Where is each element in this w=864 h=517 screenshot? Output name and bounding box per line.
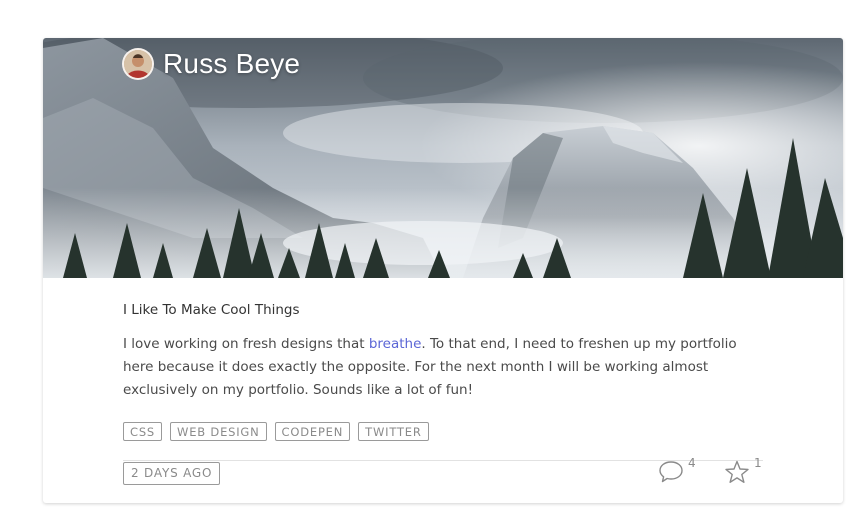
star-button[interactable]: 1 bbox=[723, 456, 762, 490]
comments-button[interactable]: 4 bbox=[657, 456, 696, 488]
author-name[interactable]: Russ Beye bbox=[163, 48, 300, 80]
post-card: Russ Beye I Like To Make Cool Things I l… bbox=[43, 38, 843, 503]
comments-count: 4 bbox=[688, 456, 696, 470]
breathe-link[interactable]: breathe bbox=[369, 336, 422, 352]
speech-bubble-icon bbox=[657, 458, 685, 488]
tag-css[interactable]: CSS bbox=[123, 422, 163, 441]
tag-web-design[interactable]: WEB DESIGN bbox=[170, 422, 267, 441]
author[interactable]: Russ Beye bbox=[122, 47, 300, 81]
avatar[interactable] bbox=[122, 48, 154, 80]
post-title: I Like To Make Cool Things bbox=[123, 302, 300, 318]
stars-count: 1 bbox=[754, 456, 762, 470]
tag-twitter[interactable]: TWITTER bbox=[358, 422, 429, 441]
post-body: I Like To Make Cool Things I love workin… bbox=[123, 300, 763, 402]
star-outline-icon bbox=[723, 458, 751, 490]
post-description: I love working on fresh designs that bre… bbox=[123, 333, 763, 402]
tag-codepen[interactable]: CODEPEN bbox=[274, 422, 351, 441]
time-ago-badge: 2 DAYS AGO bbox=[123, 462, 221, 485]
tag-list: CSS WEB DESIGN CODEPEN TWITTER bbox=[123, 422, 429, 441]
description-text-start: I love working on fresh designs that bbox=[123, 336, 369, 352]
